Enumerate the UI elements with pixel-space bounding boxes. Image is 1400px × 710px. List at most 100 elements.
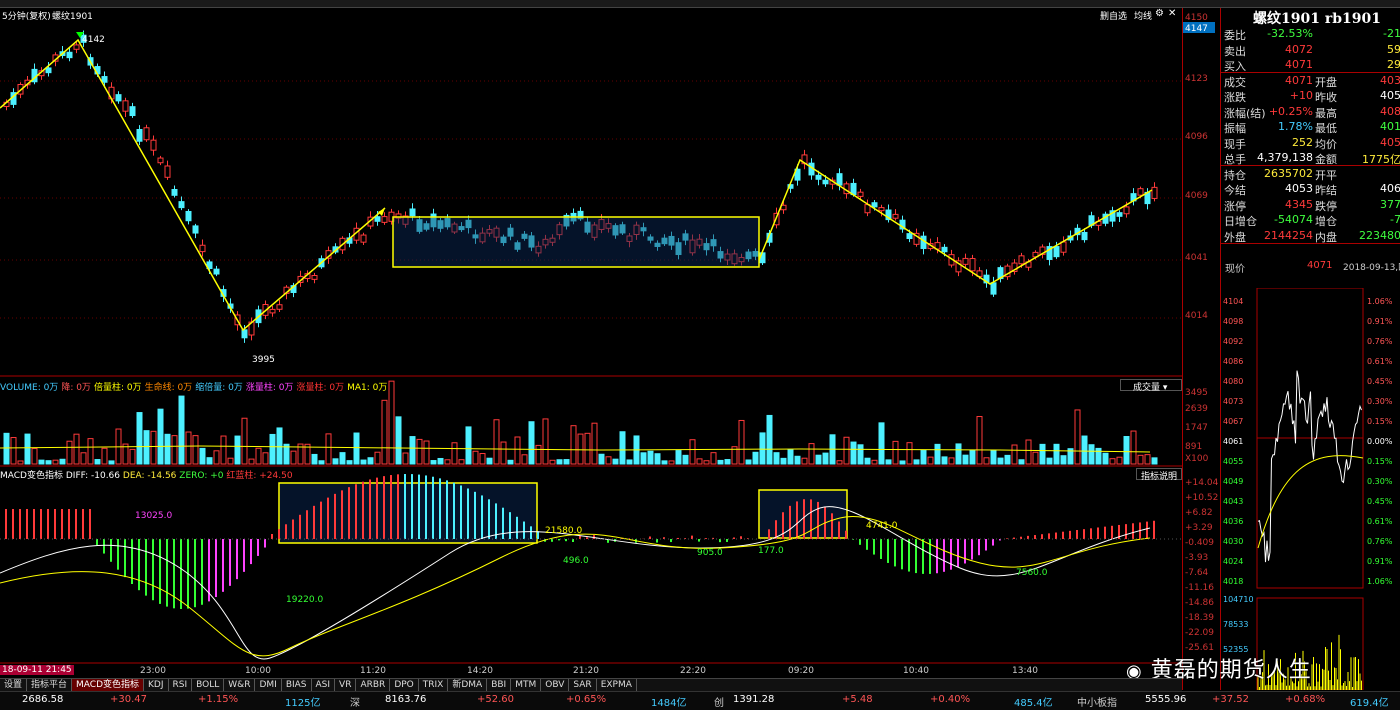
volume-bar	[801, 457, 808, 465]
macd-tick: +14.04	[1185, 478, 1219, 488]
quote-row-label: 振幅	[1224, 122, 1246, 135]
candle-body	[122, 100, 129, 112]
arrow-head	[378, 208, 385, 216]
indicator-tab[interactable]: ASI	[312, 679, 336, 691]
volume-bar	[899, 460, 906, 465]
volume-bar	[619, 431, 626, 465]
volume-bar	[710, 452, 717, 465]
volume-bar	[262, 452, 269, 465]
quote-row-label: 买入	[1224, 60, 1246, 73]
indicator-tab[interactable]: RSI	[169, 679, 193, 691]
volume-bar	[934, 443, 941, 465]
indicator-tab[interactable]: DMI	[255, 679, 282, 691]
indicator-tab[interactable]: W&R	[224, 679, 256, 691]
quote-row-label: 成交	[1224, 75, 1246, 89]
indicator-tab[interactable]: ARBR	[356, 679, 391, 691]
indicator-tab[interactable]: 指标平台	[27, 679, 73, 691]
volume-bar	[409, 436, 416, 465]
macd-annotation: 4741.0	[866, 521, 898, 531]
macd-annotation: 177.0	[758, 546, 784, 556]
volume-bar	[395, 416, 402, 465]
indicator-tab[interactable]: DPO	[390, 679, 419, 691]
status-item: 485.4亿	[1014, 698, 1053, 709]
indicator-tab[interactable]: 新DMA	[448, 679, 488, 691]
volume-bar	[479, 453, 486, 465]
delete-favorite-button[interactable]: 删自选	[1100, 9, 1127, 22]
candle-body	[1081, 231, 1088, 241]
indicator-tab[interactable]: BOLL	[192, 679, 225, 691]
status-item: 619.4亿	[1350, 698, 1389, 709]
volume-bar	[871, 459, 878, 465]
indicator-help-button[interactable]: 指标说明	[1136, 468, 1182, 482]
mini-right-tick: 0.91%	[1367, 317, 1393, 326]
close-icon[interactable]: ✕	[1168, 8, 1176, 19]
mini-left-tick: 4030	[1223, 537, 1243, 546]
indicator-tab[interactable]: TRIX	[419, 679, 449, 691]
volume-bar	[822, 452, 829, 465]
top-toolbar[interactable]	[0, 0, 1400, 8]
volume-bar	[493, 419, 500, 465]
gear-icon[interactable]: ⚙	[1155, 8, 1164, 19]
candle-body	[129, 106, 136, 117]
volume-bar	[164, 433, 171, 465]
volume-bar	[129, 448, 136, 465]
macd-tick: -3.93	[1185, 553, 1208, 563]
indicator-tab[interactable]: 设置	[0, 679, 28, 691]
mini-right-tick: 0.15%	[1367, 457, 1393, 466]
volume-bar	[150, 430, 157, 465]
ma-line-button[interactable]: 均线	[1134, 9, 1152, 22]
quote-row: 今结 4053 昨结 406	[1221, 182, 1400, 197]
indicator-tab-bar[interactable]: 设置 指标平台 MACD变色指标 KDJ RSI BOLL W&R DMI BIAS ASI VR A…	[0, 678, 1182, 691]
volume-bar	[885, 459, 892, 465]
quote-row-label-2: 跌停	[1315, 199, 1337, 213]
indicator-tab[interactable]: MACD变色指标	[72, 679, 145, 691]
volume-bar	[339, 452, 346, 465]
indicator-tab[interactable]: BBI	[487, 679, 512, 691]
trend-line-1	[0, 38, 386, 332]
volume-bar	[171, 435, 178, 465]
indicator-tab[interactable]: KDJ	[144, 679, 169, 691]
mini-left-tick: 4055	[1223, 457, 1243, 466]
volume-bar	[605, 456, 612, 465]
intraday-mini-chart[interactable]: 4104 4098 4092 4086 4080 4073 4067 4061 4055 4049…	[1221, 288, 1400, 690]
quote-row-value: -54074	[1274, 213, 1313, 226]
indicator-tab[interactable]: VR	[335, 679, 357, 691]
volume-legend-item: 生命线: 0万	[144, 383, 193, 393]
volume-bar	[668, 460, 675, 465]
volume-legend-item: VOLUME: 0万	[0, 383, 59, 393]
volume-bar	[1144, 454, 1151, 465]
candle-body	[115, 94, 122, 102]
indicator-tab[interactable]: BIAS	[282, 679, 312, 691]
volume-indicator-button[interactable]: 成交量 ▾	[1120, 379, 1182, 393]
main-chart-area[interactable]: 4142 3995 13025.0 19220.0 21580.0 496.0 905.0 1…	[0, 8, 1182, 690]
volume-bar	[17, 460, 24, 465]
quote-row-value-2: 1775亿	[1362, 153, 1400, 166]
indicator-tab[interactable]: OBV	[541, 679, 570, 691]
volume-bar	[73, 433, 80, 465]
price-tick: 4147	[1185, 24, 1208, 34]
volume-bar	[864, 457, 871, 465]
volume-bar	[52, 459, 59, 465]
quote-row-value: 252	[1292, 135, 1313, 149]
candle-body	[962, 257, 969, 265]
indicator-tab[interactable]: SAR	[569, 679, 597, 691]
quote-row: 委比 -32.53% -21	[1221, 27, 1400, 42]
volume-bar	[927, 456, 934, 465]
quote-row-value: 2144254	[1264, 228, 1313, 242]
indicator-tab[interactable]: MTM	[511, 679, 542, 691]
status-item: +5.48	[842, 694, 873, 705]
macd-tick: +3.29	[1185, 523, 1213, 533]
quote-row-label-2: 均价	[1315, 137, 1337, 151]
volume-bar	[675, 450, 682, 465]
macd-tick: -18.39	[1185, 613, 1214, 623]
volume-bar	[234, 435, 241, 465]
volume-bar	[906, 442, 913, 465]
volume-bar	[101, 447, 108, 465]
quote-row: 涨停 4345 跌停 377	[1221, 198, 1400, 213]
volume-bar	[367, 457, 374, 465]
status-item: 8163.76	[385, 694, 427, 705]
volume-bar	[94, 459, 101, 465]
indicator-tab[interactable]: EXPMA	[597, 679, 637, 691]
candle-body	[143, 127, 150, 141]
volume-bar	[570, 425, 577, 465]
